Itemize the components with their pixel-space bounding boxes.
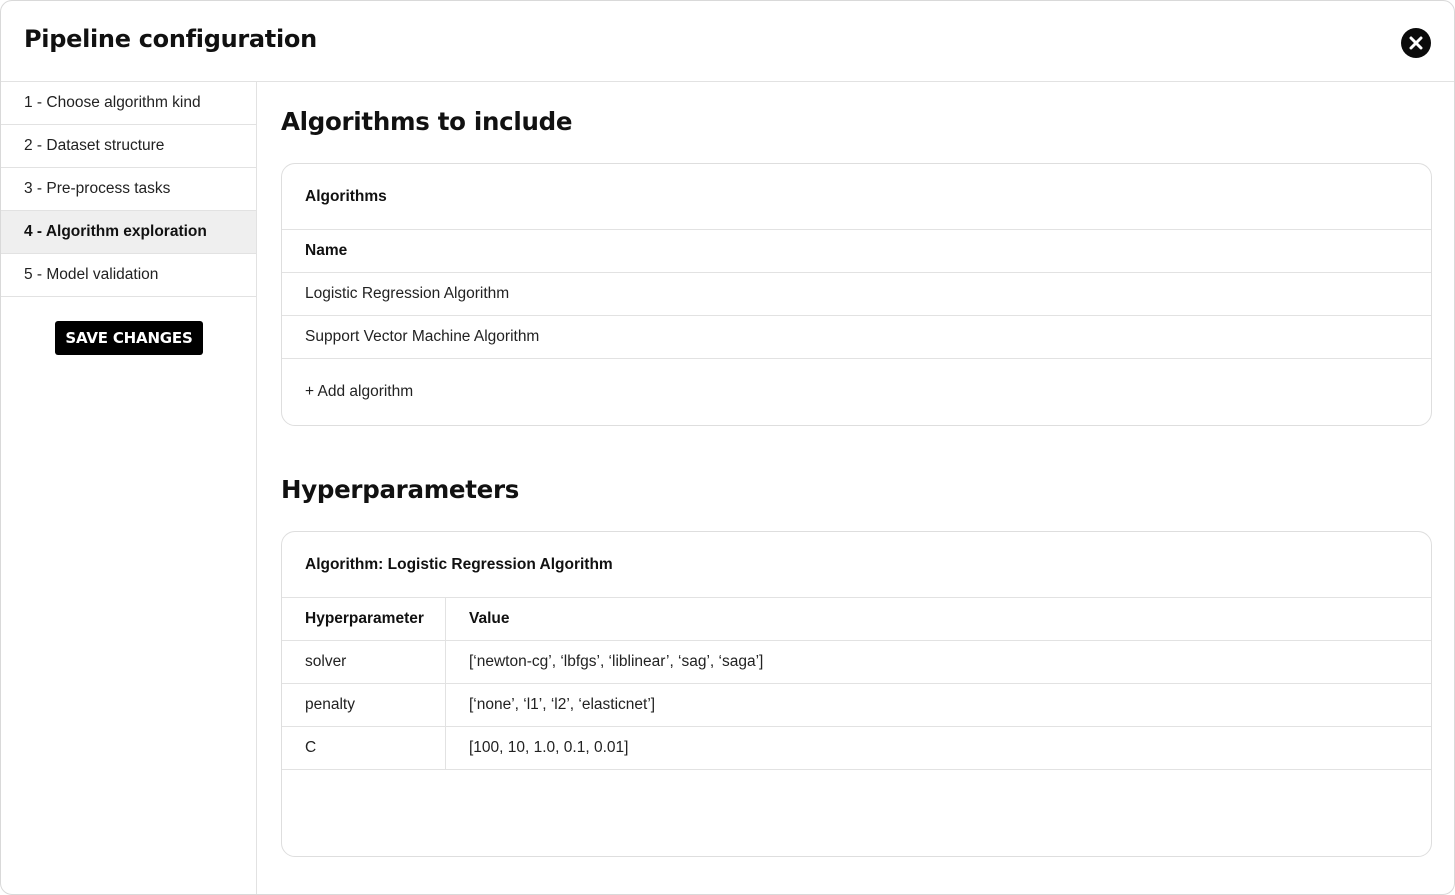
sidebar-item-label: 5 - Model validation <box>24 266 159 283</box>
save-changes-button[interactable]: SAVE CHANGES <box>55 321 203 355</box>
sidebar-item-choose-algorithm-kind[interactable]: 1 - Choose algorithm kind <box>1 82 256 125</box>
algorithms-card: Algorithms Name Logistic Regression Algo… <box>281 163 1432 426</box>
hyperparameters-section-title: Hyperparameters <box>281 475 520 504</box>
hyperparameter-name: penalty <box>282 684 446 726</box>
sidebar-item-label: 4 - Algorithm exploration <box>24 223 207 240</box>
table-row[interactable]: solver [‘newton-cg’, ‘lbfgs’, ‘liblinear… <box>282 641 1431 684</box>
algorithm-name: Logistic Regression Algorithm <box>305 285 510 302</box>
hyperparameter-name: solver <box>282 641 446 683</box>
close-icon <box>1409 36 1423 50</box>
main-content: Algorithms to include Algorithms Name Lo… <box>258 82 1454 894</box>
sidebar-item-label: 2 - Dataset structure <box>24 137 165 154</box>
hyperparameter-value: [‘none’, ‘l1’, ‘l2’, ‘elasticnet’] <box>469 696 656 713</box>
algorithms-section-title: Algorithms to include <box>281 107 573 136</box>
column-header-hyperparameter: Hyperparameter <box>282 598 446 640</box>
dialog-title: Pipeline configuration <box>24 25 317 53</box>
sidebar-item-model-validation[interactable]: 5 - Model validation <box>1 254 256 297</box>
algorithms-table-header: Name <box>282 230 1431 273</box>
table-row[interactable]: C [100, 10, 1.0, 0.1, 0.01] <box>282 727 1431 770</box>
algorithm-name: Support Vector Machine Algorithm <box>305 328 540 345</box>
table-row[interactable]: Support Vector Machine Algorithm <box>282 316 1431 359</box>
hyperparameter-value: [100, 10, 1.0, 0.1, 0.01] <box>469 739 629 756</box>
pipeline-config-dialog: Pipeline configuration 1 - Choose algori… <box>0 0 1455 895</box>
table-row[interactable]: Logistic Regression Algorithm <box>282 273 1431 316</box>
dialog-header: Pipeline configuration <box>1 1 1454 82</box>
hyperparameters-card: Algorithm: Logistic Regression Algorithm… <box>281 531 1432 857</box>
sidebar-item-dataset-structure[interactable]: 2 - Dataset structure <box>1 125 256 168</box>
hyperparameter-value: [‘newton-cg’, ‘lbfgs’, ‘liblinear’, ‘sag… <box>469 653 764 670</box>
sidebar-item-label: 1 - Choose algorithm kind <box>24 94 201 111</box>
close-button[interactable] <box>1401 28 1431 58</box>
add-algorithm-button[interactable]: + Add algorithm <box>282 359 1431 425</box>
steps-sidebar: 1 - Choose algorithm kind 2 - Dataset st… <box>1 82 257 894</box>
hyperparameters-card-title: Algorithm: Logistic Regression Algorithm <box>282 532 1431 598</box>
hyperparameter-name: C <box>282 727 446 769</box>
sidebar-item-algorithm-exploration[interactable]: 4 - Algorithm exploration <box>1 211 256 254</box>
sidebar-item-pre-process-tasks[interactable]: 3 - Pre-process tasks <box>1 168 256 211</box>
table-row[interactable]: penalty [‘none’, ‘l1’, ‘l2’, ‘elasticnet… <box>282 684 1431 727</box>
hyperparameters-table-header: Hyperparameter Value <box>282 598 1431 641</box>
column-header-name: Name <box>305 242 348 259</box>
column-header-value: Value <box>469 610 510 627</box>
algorithms-card-title: Algorithms <box>282 164 1431 230</box>
sidebar-item-label: 3 - Pre-process tasks <box>24 180 171 197</box>
